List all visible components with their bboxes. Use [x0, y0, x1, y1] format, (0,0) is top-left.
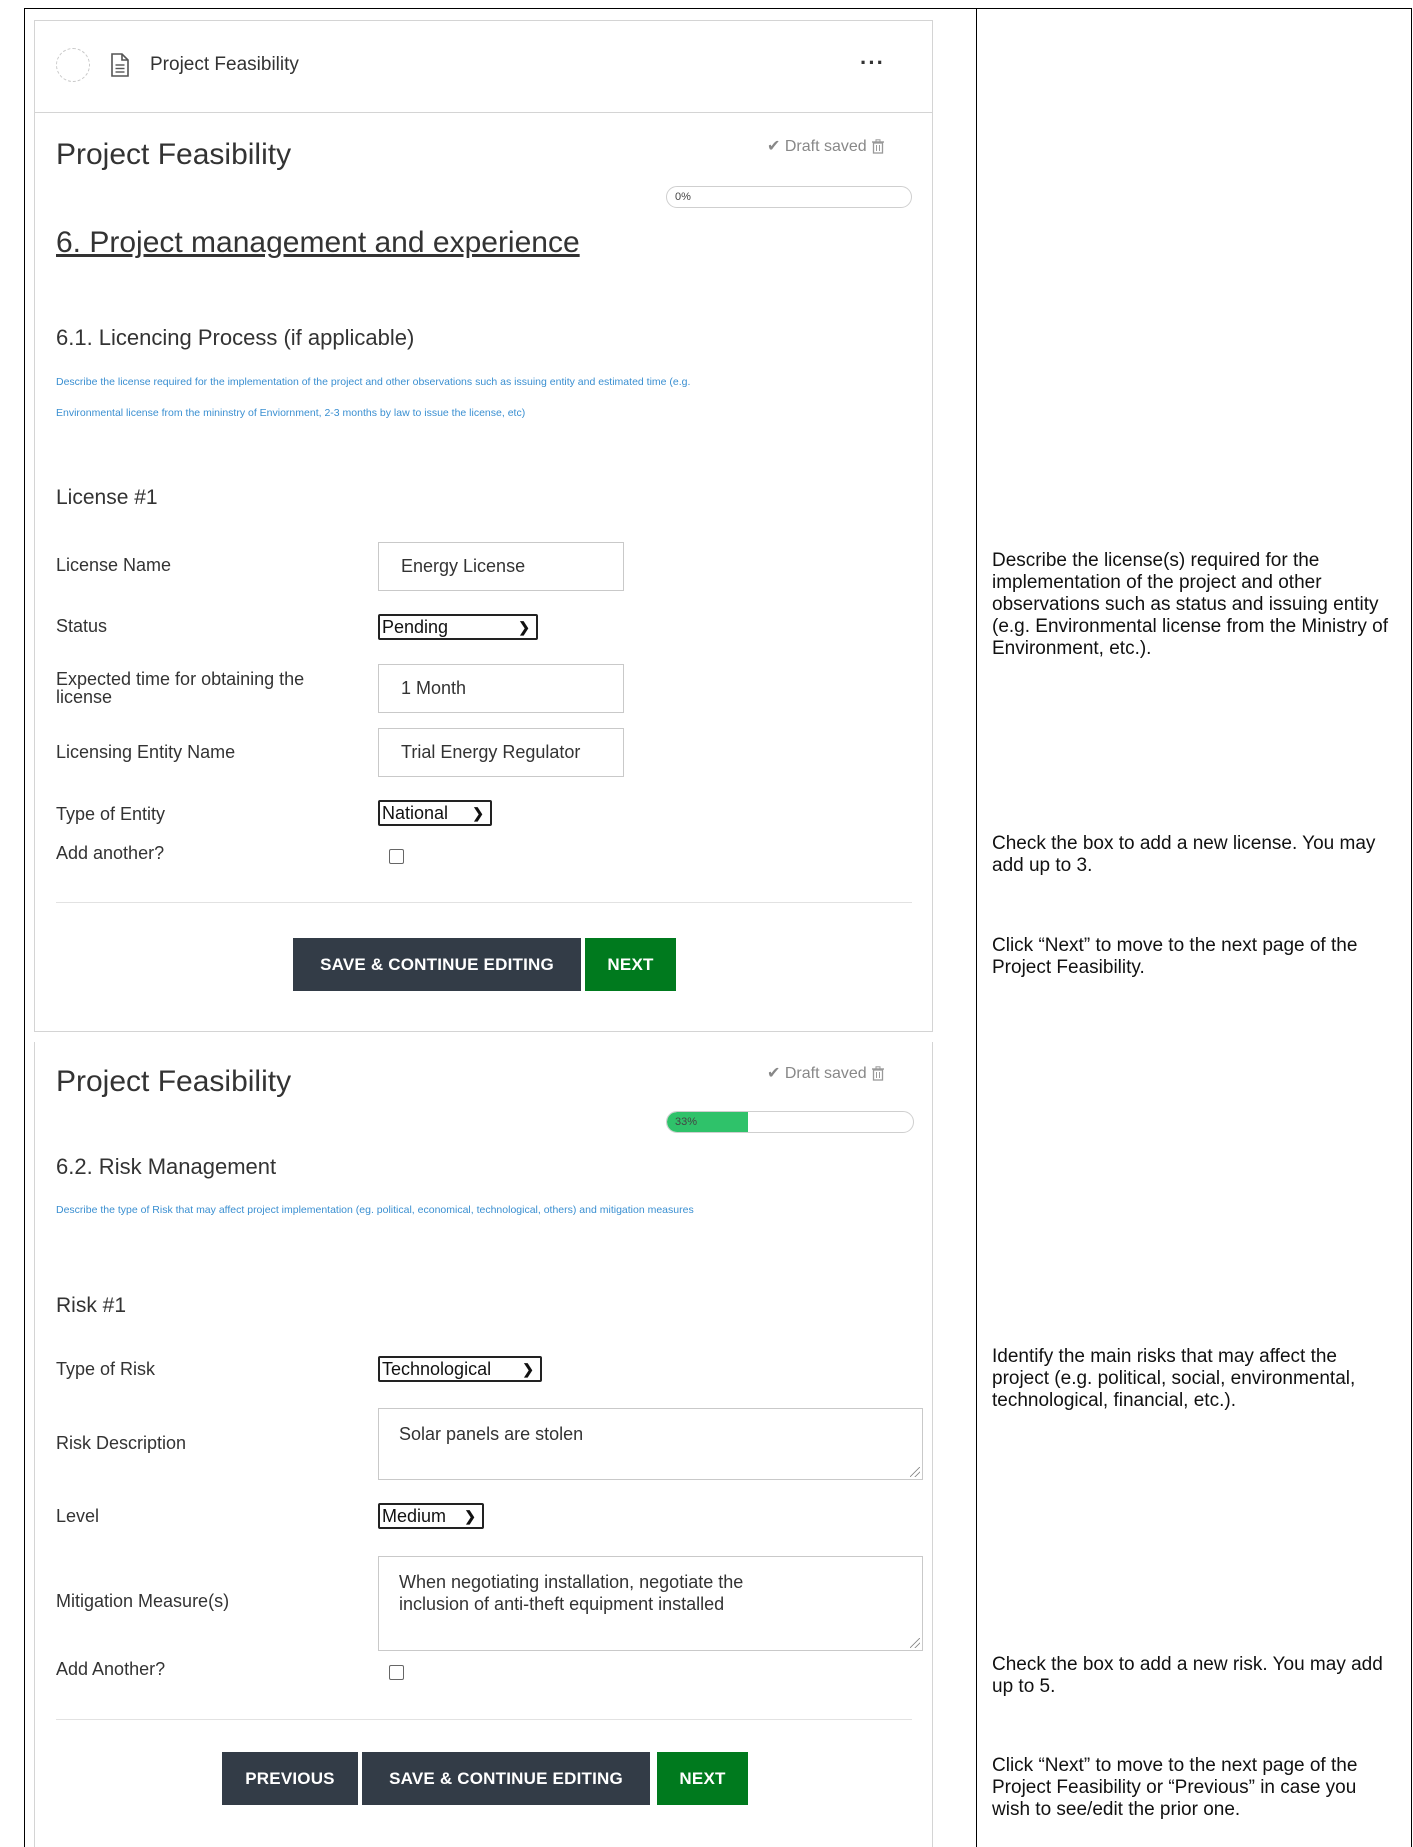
- note-add-risk: Check the box to add a new risk. You may…: [992, 1654, 1383, 1697]
- help-text: Describe the license required for the im…: [56, 367, 926, 429]
- level-select[interactable]: Medium ❯: [378, 1503, 484, 1529]
- note-add-license: Check the box to add a new license. You …: [992, 833, 1376, 876]
- card-title: Project Feasibility: [150, 54, 299, 75]
- entity-type-select-value: National: [382, 802, 449, 823]
- mitigation-value-line: inclusion of anti-theft equipment instal…: [399, 1594, 725, 1614]
- next-button[interactable]: NEXT: [657, 1752, 748, 1805]
- subsection-title: 6.1. Licencing Process (if applicable): [56, 325, 415, 350]
- help-text: Describe the type of Risk that may affec…: [56, 1204, 694, 1216]
- entity-name-field[interactable]: Trial Energy Regulator: [378, 728, 624, 777]
- dashed-circle-icon: [56, 48, 90, 82]
- expected-time-field[interactable]: 1 Month: [378, 664, 624, 713]
- help-text-line: Environmental license from the mininstry…: [56, 407, 526, 419]
- add-another-checkbox[interactable]: [389, 1665, 404, 1680]
- risk-type-label: Type of Risk: [56, 1359, 156, 1379]
- note-license-description: Describe the license(s) required for the…: [992, 550, 1388, 659]
- level-label: Level: [56, 1506, 100, 1526]
- note-next-previous: Click “Next” to move to the next page of…: [992, 1755, 1358, 1820]
- divider: [56, 902, 912, 903]
- risk-description-field[interactable]: Solar panels are stolen: [378, 1408, 923, 1480]
- progress-label: 33%: [675, 1116, 698, 1128]
- license-name-field[interactable]: Energy License: [378, 542, 624, 591]
- add-another-label: Add another?: [56, 843, 165, 863]
- save-continue-button[interactable]: SAVE & CONTINUE EDITING: [293, 938, 581, 991]
- note-next-page: Click “Next” to move to the next page of…: [992, 935, 1358, 978]
- expected-time-label-line: Expected time for obtaining the: [56, 669, 305, 689]
- chevron-down-icon: ❯: [518, 618, 530, 635]
- table-border-left: [24, 8, 25, 1847]
- mitigation-value-line: When negotiating installation, negotiate…: [399, 1572, 744, 1592]
- table-border-top: [24, 8, 1412, 9]
- draft-status-text: ✔ Draft saved: [767, 1065, 867, 1082]
- draft-status: ✔ Draft saved: [767, 136, 885, 156]
- risk-description-value: Solar panels are stolen: [399, 1424, 584, 1444]
- subsection-title: 6.2. Risk Management: [56, 1154, 277, 1179]
- status-select-value: Pending: [382, 616, 449, 637]
- chevron-down-icon: ❯: [522, 1360, 534, 1377]
- draft-status: ✔ Draft saved: [767, 1063, 885, 1083]
- resize-handle-icon[interactable]: [910, 1467, 920, 1477]
- chevron-down-icon: ❯: [464, 1507, 476, 1524]
- form-title: Project Feasibility: [56, 138, 292, 171]
- status-label: Status: [56, 616, 108, 636]
- previous-button[interactable]: PREVIOUS: [222, 1752, 358, 1805]
- progress-bar: 33%: [666, 1111, 914, 1133]
- trash-icon[interactable]: [871, 138, 885, 154]
- help-text-line: Describe the license required for the im…: [56, 376, 691, 388]
- status-select[interactable]: Pending ❯: [378, 614, 538, 640]
- table-border-right: [1411, 8, 1412, 1847]
- section-title: 6. Project management and experience: [56, 226, 580, 259]
- draft-status-text: ✔ Draft saved: [767, 138, 867, 155]
- ellipsis-icon[interactable]: ···: [860, 50, 885, 76]
- save-continue-button[interactable]: SAVE & CONTINUE EDITING: [362, 1752, 650, 1805]
- table-column-divider: [976, 8, 977, 1847]
- group-label: License #1: [56, 486, 158, 509]
- divider: [56, 1719, 912, 1720]
- progress-bar: 0%: [666, 186, 912, 208]
- chevron-down-icon: ❯: [472, 804, 484, 821]
- progress-label: 0%: [675, 191, 691, 203]
- document-icon: [111, 53, 129, 77]
- expected-time-label-line: license: [56, 687, 113, 707]
- risk-type-select-value: Technological: [382, 1358, 492, 1379]
- expected-time-label: Expected time for obtaining the license: [56, 670, 304, 706]
- risk-description-label: Risk Description: [56, 1433, 187, 1453]
- entity-name-label: Licensing Entity Name: [56, 742, 236, 762]
- trash-icon[interactable]: [871, 1065, 885, 1081]
- mitigation-label: Mitigation Measure(s): [56, 1591, 230, 1611]
- risk-type-select[interactable]: Technological ❯: [378, 1356, 542, 1382]
- entity-type-label: Type of Entity: [56, 804, 166, 824]
- add-another-checkbox[interactable]: [389, 849, 404, 864]
- license-name-label: License Name: [56, 555, 172, 575]
- resize-handle-icon[interactable]: [910, 1638, 920, 1648]
- entity-type-select[interactable]: National ❯: [378, 800, 492, 826]
- level-select-value: Medium: [382, 1505, 447, 1526]
- note-risks-description: Identify the main risks that may affect …: [992, 1346, 1356, 1411]
- group-label: Risk #1: [56, 1294, 127, 1317]
- form-title: Project Feasibility: [56, 1065, 292, 1098]
- next-button[interactable]: NEXT: [585, 938, 676, 991]
- mitigation-field[interactable]: When negotiating installation, negotiate…: [378, 1556, 923, 1651]
- add-another-label: Add Another?: [56, 1659, 166, 1679]
